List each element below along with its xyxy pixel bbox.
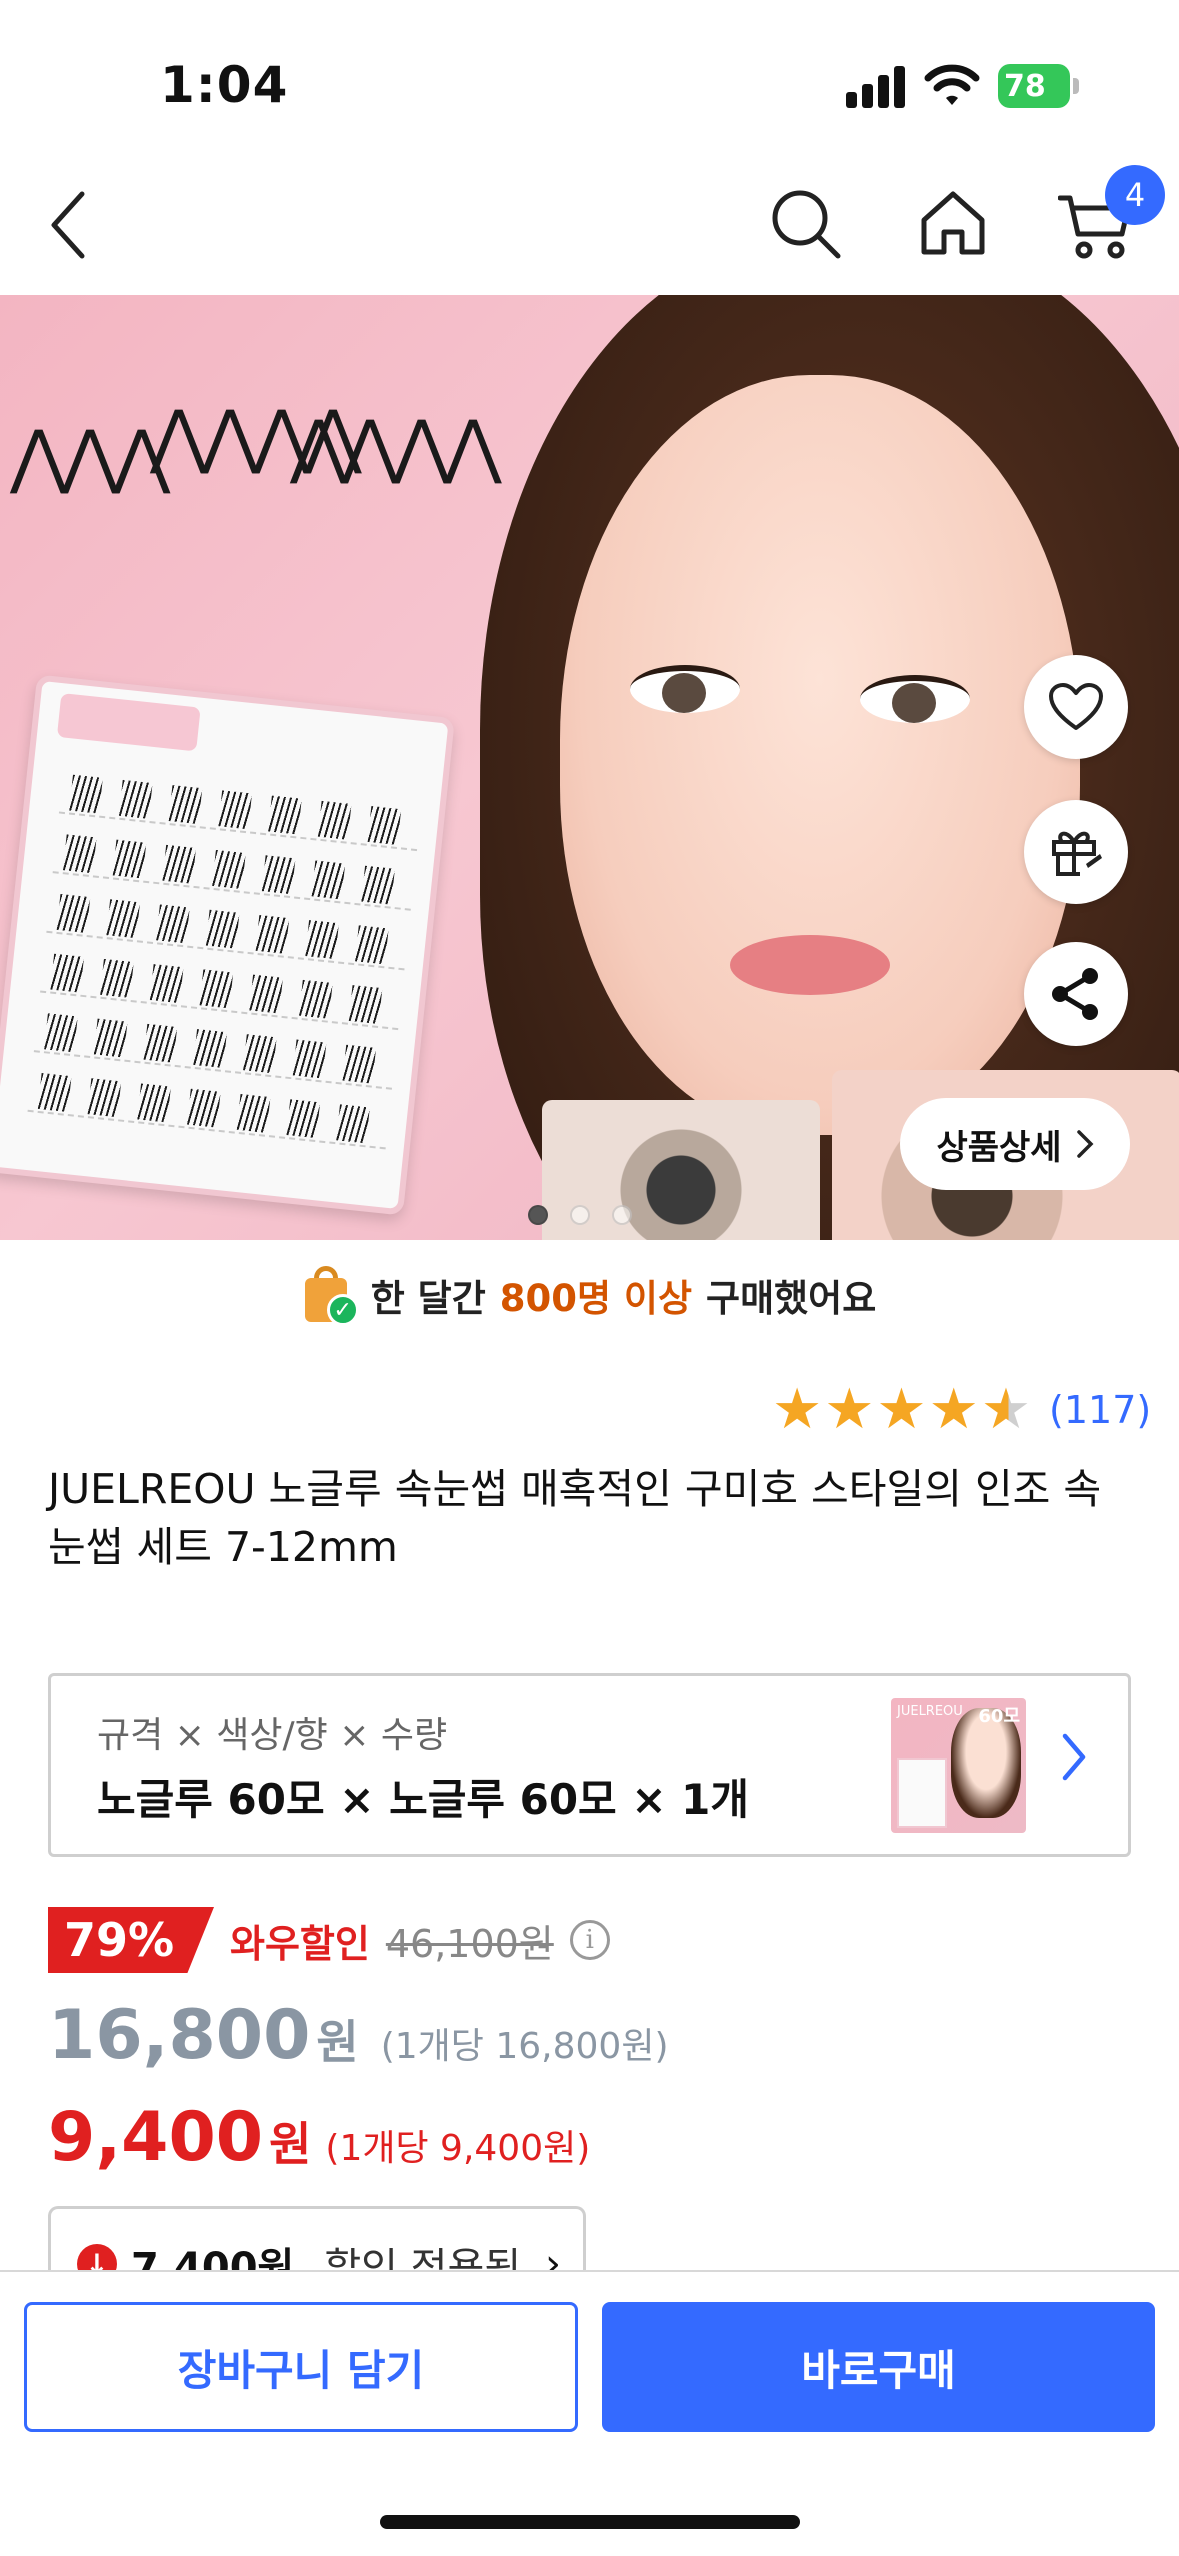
sale-price: 16,800 <box>48 1996 311 2075</box>
model-face <box>560 375 1080 1135</box>
search-icon[interactable] <box>770 188 842 260</box>
purchase-count-notice: ✓ 한 달간 800명 이상 구매했어요 <box>0 1255 1179 1335</box>
wow-price-row: 9,400 원 (1개당 9,400원) <box>48 2098 590 2177</box>
share-button[interactable] <box>1024 942 1128 1046</box>
wifi-icon <box>924 64 980 105</box>
option-thumbnail: JUELREOU 60모 <box>891 1698 1026 1833</box>
notice-suffix: 구매했어요 <box>706 1277 877 1320</box>
shopping-bag-check-icon: ✓ <box>303 1266 359 1326</box>
option-label: 규격 × 색상/향 × 수량 <box>97 1715 448 1756</box>
battery-level: 78 <box>998 64 1070 108</box>
share-icon <box>1052 968 1098 1020</box>
page-dot[interactable] <box>570 1205 590 1225</box>
star-icon: ★ <box>824 1377 875 1442</box>
lash-sample: ⋀⋀⋀⋀ <box>290 405 502 487</box>
back-icon[interactable] <box>46 190 92 260</box>
notice-prefix: 한 달간 <box>370 1277 486 1320</box>
heart-icon <box>1049 683 1103 730</box>
top-nav <box>0 150 1179 295</box>
home-indicator[interactable] <box>380 2515 800 2529</box>
thumb-tag: 60모 <box>978 1706 1020 1727</box>
notice-highlight: 800명 이상 <box>499 1277 693 1320</box>
wow-price-currency: 원 <box>269 2117 312 2171</box>
thumb-brand: JUELREOU <box>897 1704 963 1719</box>
wow-discount-label: 와우할인 <box>230 1921 370 1966</box>
buy-now-button[interactable]: 바로구매 <box>602 2302 1155 2432</box>
page-dot[interactable] <box>528 1205 548 1225</box>
chevron-right-icon <box>1062 1733 1086 1781</box>
bottom-action-bar: 장바구니 담기 바로구매 <box>0 2270 1179 2556</box>
discount-row: 79% 와우할인 46,100원 i <box>48 1907 610 1973</box>
add-to-cart-button[interactable]: 장바구니 담기 <box>24 2302 578 2432</box>
product-detail-button[interactable]: 상품상세 <box>900 1098 1130 1190</box>
product-title: JUELREOU 노글루 속눈썹 매혹적인 구미호 스타일의 인조 속눈썹 세트… <box>48 1465 1102 1571</box>
battery-icon: 78 <box>998 64 1079 108</box>
option-selector[interactable]: 규격 × 색상/향 × 수량 노글루 60모 × 노글루 60모 × 1개 JU… <box>48 1673 1131 1857</box>
discount-badge: 79% <box>48 1907 214 1973</box>
sale-unit-price: (1개당 16,800원) <box>380 2026 669 2067</box>
status-time: 1:04 <box>160 56 289 114</box>
gift-icon <box>1052 831 1102 876</box>
original-price: 46,100원 <box>385 1921 554 1966</box>
star-icon: ★ <box>928 1377 979 1442</box>
sale-price-row: 16,800 원 (1개당 16,800원) <box>48 1996 669 2075</box>
page-dot[interactable] <box>612 1205 632 1225</box>
review-count[interactable]: (117) <box>1049 1388 1151 1432</box>
wishlist-button[interactable] <box>1024 655 1128 759</box>
wow-unit-price: (1개당 9,400원) <box>325 2128 591 2169</box>
option-value: 노글루 60모 × 노글루 60모 × 1개 <box>97 1775 749 1824</box>
product-detail-label: 상품상세 <box>936 1127 1062 1168</box>
lash-sample: ⋀⋀⋀ <box>10 415 170 497</box>
half-star-icon: ★ <box>980 1377 1032 1442</box>
signal-icon <box>846 66 906 108</box>
star-icon: ★ <box>772 1377 823 1442</box>
info-icon[interactable]: i <box>569 1920 610 1960</box>
star-icon: ★ <box>876 1377 927 1442</box>
chevron-right-icon <box>1076 1130 1094 1158</box>
home-icon[interactable] <box>918 188 988 258</box>
lash-tray <box>0 674 455 1216</box>
carousel-page-indicator <box>528 1205 632 1225</box>
status-bar: 1:04 78 <box>0 0 1179 150</box>
wow-price: 9,400 <box>48 2098 264 2177</box>
product-page: 1:04 78 4 ⋀⋀⋀ ⋀⋀⋀⋀ ⋀⋀⋀⋀ 상품상세 ✓ 한 달간 800명… <box>0 0 1179 2556</box>
sale-price-currency: 원 <box>316 2015 359 2069</box>
cart-count-badge: 4 <box>1105 165 1165 225</box>
gift-button[interactable] <box>1024 800 1128 904</box>
product-rating[interactable]: ★ ★ ★ ★ ★ (117) <box>772 1380 1151 1440</box>
